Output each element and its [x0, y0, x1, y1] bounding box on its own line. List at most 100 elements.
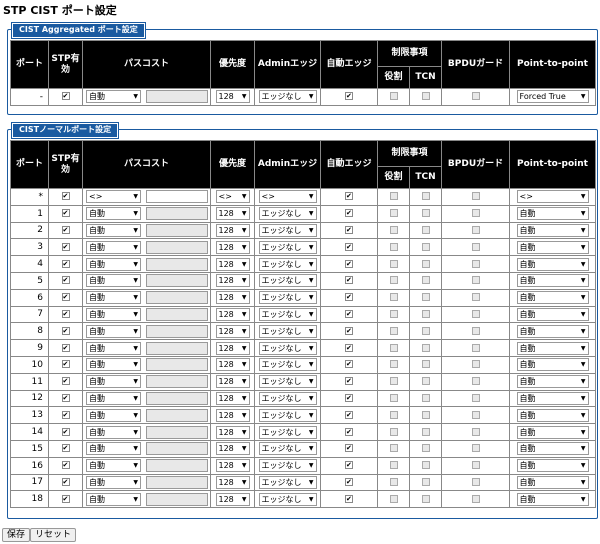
bpdu-guard-checkbox[interactable] — [471, 92, 480, 101]
path-cost-select[interactable]: 自動 — [86, 492, 141, 506]
bpdu-guard-checkbox[interactable] — [471, 192, 480, 201]
admin-edge-select[interactable]: エッジなし — [258, 358, 317, 372]
auto-edge-checkbox[interactable] — [345, 92, 353, 101]
admin-edge-select[interactable]: エッジなし — [258, 257, 317, 271]
priority-select[interactable]: 128 — [215, 257, 250, 271]
point-to-point-select[interactable]: 自動 — [516, 459, 589, 473]
bpdu-guard-checkbox[interactable] — [471, 309, 480, 318]
point-to-point-select[interactable]: 自動 — [516, 240, 589, 254]
role-checkbox[interactable] — [389, 209, 398, 218]
point-to-point-select[interactable]: 自動 — [516, 341, 589, 355]
admin-edge-select[interactable]: エッジなし — [258, 408, 317, 422]
role-checkbox[interactable] — [389, 92, 398, 101]
point-to-point-select[interactable]: 自動 — [516, 475, 589, 489]
stp-enabled-checkbox[interactable] — [61, 494, 70, 503]
path-cost-input[interactable] — [146, 375, 208, 389]
admin-edge-select[interactable]: エッジなし — [258, 207, 317, 221]
bpdu-guard-checkbox[interactable] — [471, 293, 480, 302]
tcn-checkbox[interactable] — [421, 309, 430, 318]
priority-select[interactable]: 128 — [215, 442, 250, 456]
reset-button[interactable]: リセット — [30, 528, 77, 542]
path-cost-input[interactable] — [146, 341, 208, 355]
path-cost-select[interactable]: 自動 — [86, 341, 141, 355]
auto-edge-checkbox[interactable] — [345, 427, 353, 436]
admin-edge-select[interactable]: エッジなし — [258, 307, 317, 321]
tcn-checkbox[interactable] — [421, 360, 430, 369]
stp-enabled-checkbox[interactable] — [61, 477, 70, 486]
point-to-point-select[interactable]: 自動 — [516, 442, 589, 456]
bpdu-guard-checkbox[interactable] — [471, 360, 480, 369]
point-to-point-select[interactable]: 自動 — [516, 492, 589, 506]
auto-edge-checkbox[interactable] — [345, 444, 353, 453]
priority-select[interactable]: 128 — [215, 459, 250, 473]
stp-enabled-checkbox[interactable] — [61, 393, 70, 402]
tcn-checkbox[interactable] — [421, 477, 430, 486]
stp-enabled-checkbox[interactable] — [61, 293, 70, 302]
priority-select[interactable]: 128 — [215, 223, 250, 237]
role-checkbox[interactable] — [389, 276, 398, 285]
path-cost-input[interactable] — [146, 90, 208, 104]
bpdu-guard-checkbox[interactable] — [471, 242, 480, 251]
bpdu-guard-checkbox[interactable] — [471, 259, 480, 268]
tcn-checkbox[interactable] — [421, 259, 430, 268]
bpdu-guard-checkbox[interactable] — [471, 410, 480, 419]
auto-edge-checkbox[interactable] — [345, 326, 353, 335]
auto-edge-checkbox[interactable] — [345, 477, 353, 486]
priority-select[interactable]: 128 — [215, 425, 250, 439]
path-cost-input[interactable] — [146, 307, 208, 321]
path-cost-input[interactable] — [146, 257, 208, 271]
tcn-checkbox[interactable] — [421, 242, 430, 251]
tcn-checkbox[interactable] — [421, 276, 430, 285]
stp-enabled-checkbox[interactable] — [61, 92, 70, 101]
tcn-checkbox[interactable] — [421, 444, 430, 453]
tcn-checkbox[interactable] — [421, 461, 430, 470]
admin-edge-select[interactable]: エッジなし — [258, 492, 317, 506]
point-to-point-select[interactable]: 自動 — [516, 307, 589, 321]
stp-enabled-checkbox[interactable] — [61, 276, 70, 285]
path-cost-select[interactable]: 自動 — [86, 408, 141, 422]
admin-edge-select[interactable]: <> — [258, 190, 317, 204]
role-checkbox[interactable] — [389, 225, 398, 234]
tcn-checkbox[interactable] — [421, 92, 430, 101]
stp-enabled-checkbox[interactable] — [61, 461, 70, 470]
role-checkbox[interactable] — [389, 393, 398, 402]
path-cost-select[interactable]: 自動 — [86, 375, 141, 389]
admin-edge-select[interactable]: エッジなし — [258, 324, 317, 338]
auto-edge-checkbox[interactable] — [345, 259, 353, 268]
path-cost-input[interactable] — [146, 425, 208, 439]
auto-edge-checkbox[interactable] — [345, 393, 353, 402]
stp-enabled-checkbox[interactable] — [61, 377, 70, 386]
auto-edge-checkbox[interactable] — [345, 192, 353, 201]
bpdu-guard-checkbox[interactable] — [471, 326, 480, 335]
priority-select[interactable]: 128 — [215, 307, 250, 321]
role-checkbox[interactable] — [389, 360, 398, 369]
path-cost-input[interactable] — [146, 475, 208, 489]
point-to-point-select[interactable]: 自動 — [516, 291, 589, 305]
role-checkbox[interactable] — [389, 461, 398, 470]
auto-edge-checkbox[interactable] — [345, 494, 353, 503]
path-cost-select[interactable]: <> — [86, 190, 141, 204]
tcn-checkbox[interactable] — [421, 494, 430, 503]
save-button[interactable]: 保存 — [2, 528, 31, 542]
admin-edge-select[interactable]: エッジなし — [258, 90, 317, 104]
point-to-point-select[interactable]: 自動 — [516, 375, 589, 389]
priority-select[interactable]: 128 — [215, 90, 250, 104]
stp-enabled-checkbox[interactable] — [61, 326, 70, 335]
stp-enabled-checkbox[interactable] — [61, 360, 70, 369]
bpdu-guard-checkbox[interactable] — [471, 444, 480, 453]
bpdu-guard-checkbox[interactable] — [471, 427, 480, 436]
tcn-checkbox[interactable] — [421, 393, 430, 402]
stp-enabled-checkbox[interactable] — [61, 242, 70, 251]
admin-edge-select[interactable]: エッジなし — [258, 375, 317, 389]
point-to-point-select[interactable]: Forced True — [516, 90, 589, 104]
auto-edge-checkbox[interactable] — [345, 343, 353, 352]
priority-select[interactable]: 128 — [215, 240, 250, 254]
admin-edge-select[interactable]: エッジなし — [258, 274, 317, 288]
auto-edge-checkbox[interactable] — [345, 242, 353, 251]
bpdu-guard-checkbox[interactable] — [471, 477, 480, 486]
point-to-point-select[interactable]: 自動 — [516, 425, 589, 439]
path-cost-input[interactable] — [146, 358, 208, 372]
point-to-point-select[interactable]: 自動 — [516, 358, 589, 372]
priority-select[interactable]: 128 — [215, 274, 250, 288]
role-checkbox[interactable] — [389, 326, 398, 335]
